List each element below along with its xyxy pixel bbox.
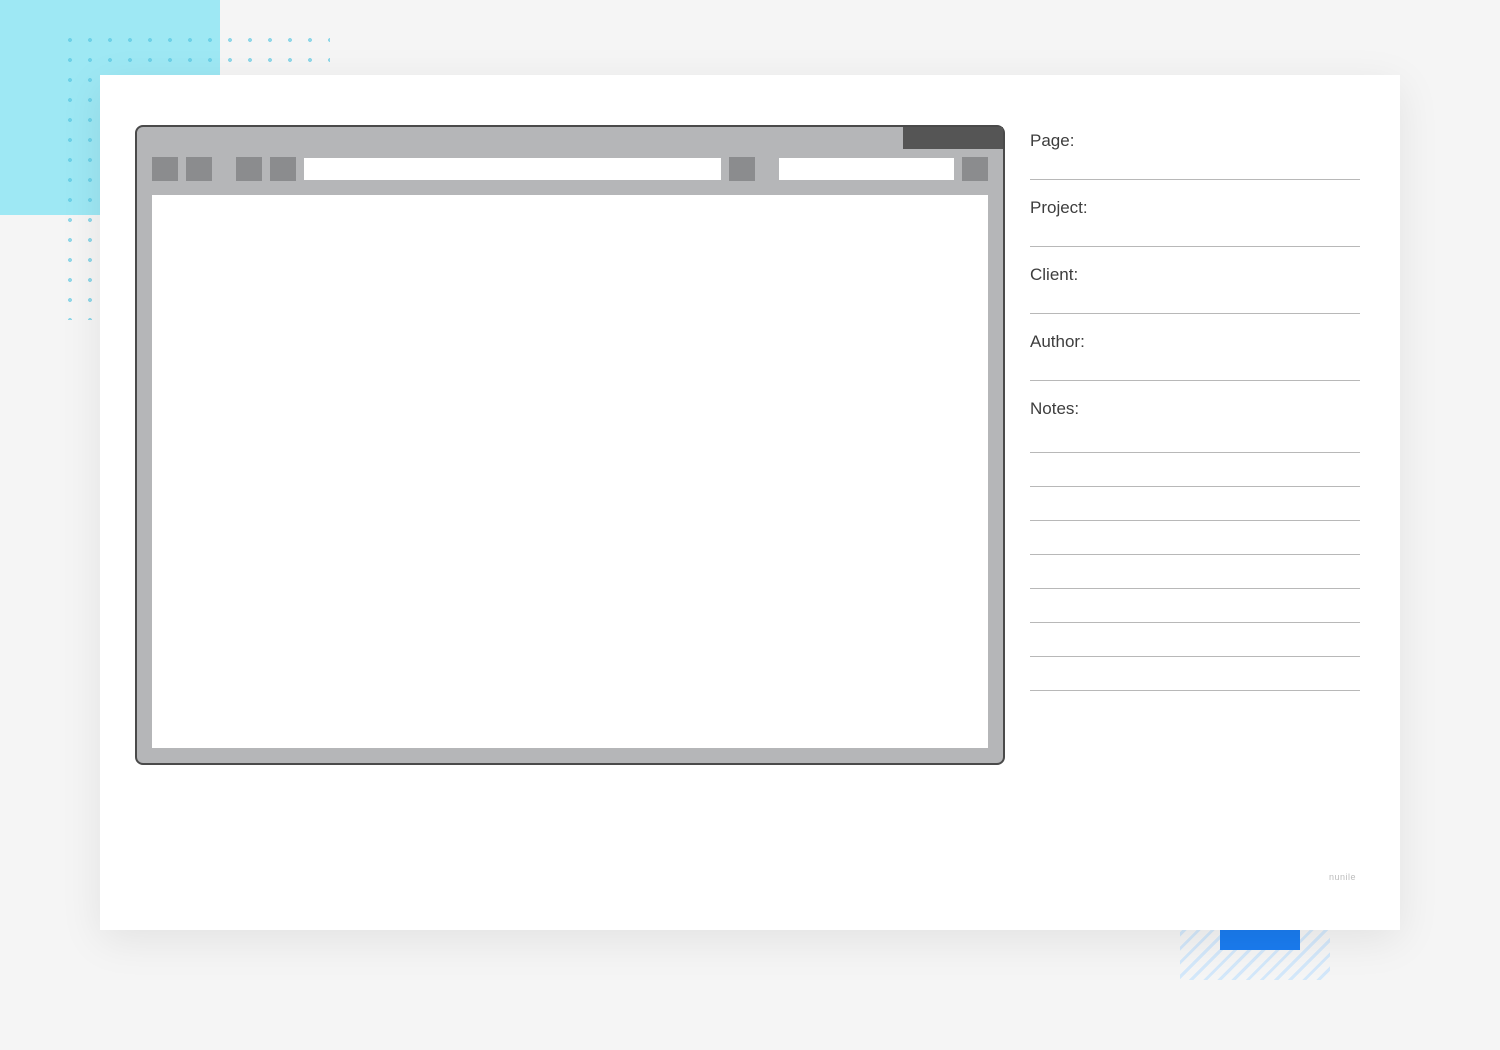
nav-forward-button[interactable] — [186, 157, 212, 181]
notes-line[interactable] — [1030, 452, 1360, 453]
menu-button[interactable] — [962, 157, 988, 181]
nav-back-button[interactable] — [152, 157, 178, 181]
nav-home-button[interactable] — [270, 157, 296, 181]
notes-line[interactable] — [1030, 690, 1360, 691]
bookmark-button[interactable] — [729, 157, 755, 181]
notes-field: Notes: — [1030, 399, 1360, 691]
notes-label: Notes: — [1030, 399, 1360, 419]
client-field: Client: — [1030, 265, 1360, 314]
author-field: Author: — [1030, 332, 1360, 381]
browser-viewport[interactable] — [152, 195, 988, 748]
project-label: Project: — [1030, 198, 1360, 218]
browser-tabbar — [137, 127, 1003, 149]
browser-active-tab[interactable] — [903, 127, 1003, 149]
project-input-line[interactable] — [1030, 246, 1360, 247]
notes-line[interactable] — [1030, 486, 1360, 487]
browser-wireframe — [135, 125, 1005, 765]
project-field: Project: — [1030, 198, 1360, 247]
nav-reload-button[interactable] — [236, 157, 262, 181]
metadata-panel: Page: Project: Client: Author: Notes: — [1030, 125, 1360, 880]
watermark-text: nunile — [1329, 872, 1356, 882]
page-label: Page: — [1030, 131, 1360, 151]
notes-line[interactable] — [1030, 554, 1360, 555]
client-label: Client: — [1030, 265, 1360, 285]
notes-line[interactable] — [1030, 520, 1360, 521]
template-card: Page: Project: Client: Author: Notes: — [100, 75, 1400, 930]
notes-line[interactable] — [1030, 622, 1360, 623]
notes-line[interactable] — [1030, 656, 1360, 657]
client-input-line[interactable] — [1030, 313, 1360, 314]
address-bar[interactable] — [304, 158, 721, 180]
search-input[interactable] — [779, 158, 954, 180]
notes-line[interactable] — [1030, 588, 1360, 589]
browser-toolbar — [137, 157, 1003, 181]
author-input-line[interactable] — [1030, 380, 1360, 381]
page-field: Page: — [1030, 131, 1360, 180]
author-label: Author: — [1030, 332, 1360, 352]
page-input-line[interactable] — [1030, 179, 1360, 180]
